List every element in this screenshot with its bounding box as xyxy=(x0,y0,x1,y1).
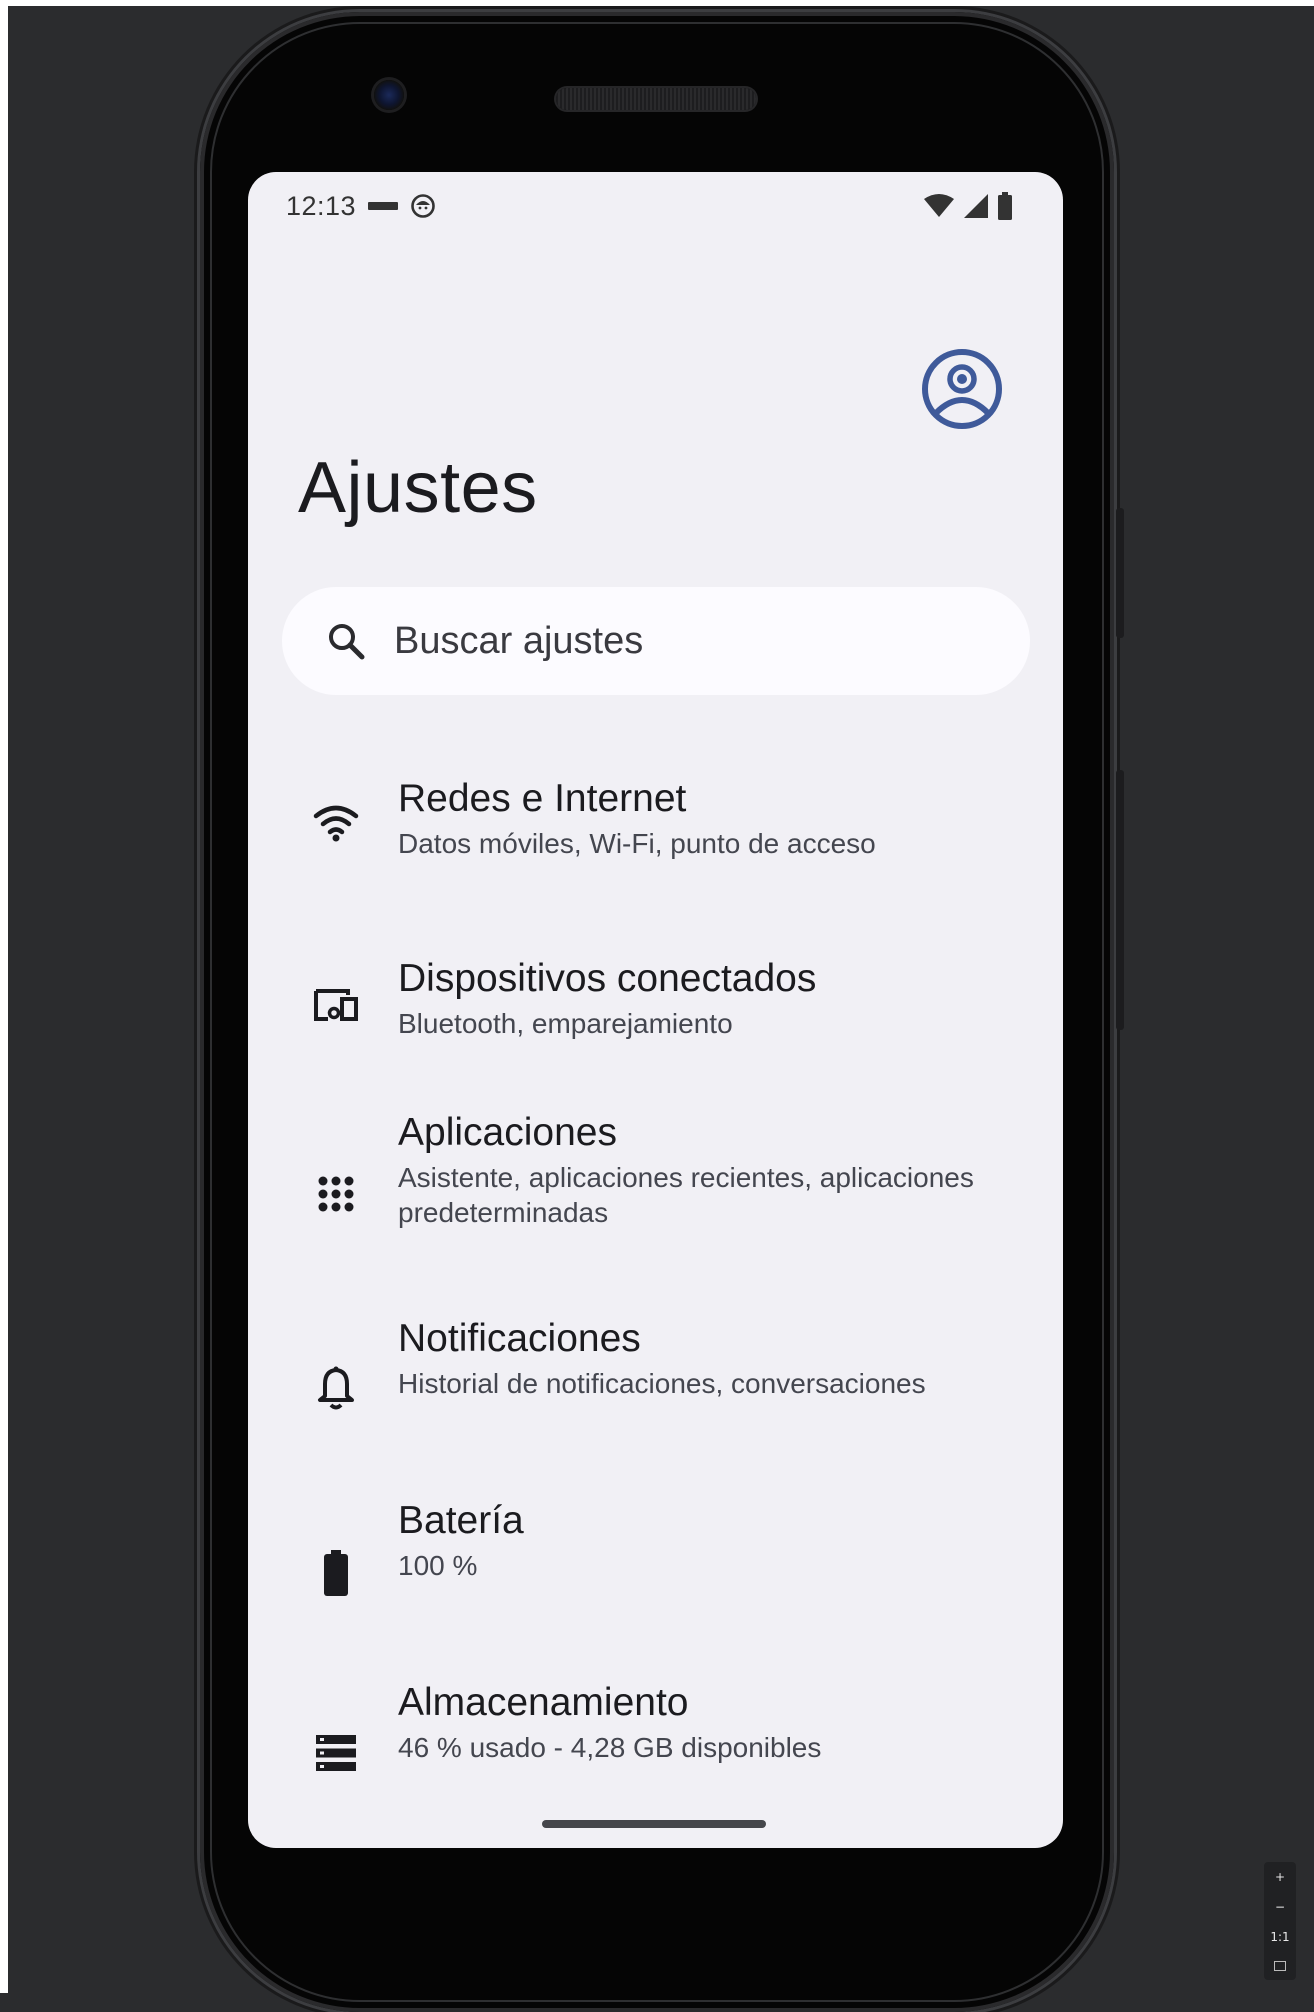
account-circle-icon[interactable] xyxy=(920,347,1004,431)
wifi-icon xyxy=(312,800,360,848)
settings-item-notifications[interactable]: Notificaciones Historial de notificacion… xyxy=(248,1317,1063,1447)
bell-icon xyxy=(312,1364,360,1412)
android-face-icon xyxy=(411,194,435,218)
fit-screen-icon[interactable] xyxy=(1274,1961,1286,1971)
battery-icon xyxy=(312,1549,360,1597)
settings-item-subtitle: 46 % usado - 4,28 GB disponibles xyxy=(398,1731,822,1763)
phone-screen: 12:13 Ajustes Buscar ajustes Redes e Int… xyxy=(248,172,1063,1848)
settings-item-title: Batería xyxy=(398,1499,524,1542)
search-icon xyxy=(329,624,365,660)
emulator-zoom-controls: + − 1:1 xyxy=(1264,1862,1296,1980)
settings-item-subtitle: Historial de notificaciones, conversacio… xyxy=(398,1367,926,1399)
zoom-out-button[interactable]: − xyxy=(1275,1901,1285,1913)
settings-item-title: Aplicaciones xyxy=(398,1111,617,1154)
search-bar[interactable]: Buscar ajustes xyxy=(282,587,1030,695)
settings-item-subtitle: Bluetooth, emparejamiento xyxy=(398,1007,733,1039)
side-button-top[interactable] xyxy=(1116,508,1124,638)
settings-item-title: Almacenamiento xyxy=(398,1681,689,1724)
storage-icon xyxy=(312,1729,360,1777)
dash-icon xyxy=(368,202,399,210)
settings-item-title: Dispositivos conectados xyxy=(398,957,817,1000)
settings-item-connected-devices[interactable]: Dispositivos conectados Bluetooth, empar… xyxy=(248,939,1063,1069)
signal-icon xyxy=(964,194,988,218)
settings-item-subtitle: Datos móviles, Wi-Fi, punto de acceso xyxy=(398,827,876,859)
search-placeholder: Buscar ajustes xyxy=(394,619,644,662)
gesture-home-bar[interactable] xyxy=(542,1820,766,1828)
status-right-icons xyxy=(923,192,1013,220)
settings-item-subtitle: Asistente, aplicaciones recientes, aplic… xyxy=(398,1161,974,1228)
devices-icon xyxy=(312,981,360,1029)
wifi-icon xyxy=(924,194,954,217)
earpiece-speaker xyxy=(556,88,756,110)
front-camera xyxy=(374,80,404,110)
page-title: Ajustes xyxy=(298,448,538,528)
actual-size-button[interactable]: 1:1 xyxy=(1270,1931,1289,1943)
settings-item-apps[interactable]: Aplicaciones Asistente, aplicaciones rec… xyxy=(248,1111,1063,1281)
settings-item-battery[interactable]: Batería 100 % xyxy=(248,1499,1063,1629)
settings-item-title: Redes e Internet xyxy=(398,777,687,820)
apps-grid-icon xyxy=(312,1170,360,1218)
zoom-in-button[interactable]: + xyxy=(1275,1871,1285,1883)
settings-item-title: Notificaciones xyxy=(398,1317,641,1360)
settings-item-network[interactable]: Redes e Internet Datos móviles, Wi-Fi, p… xyxy=(248,757,1063,887)
settings-item-storage[interactable]: Almacenamiento 46 % usado - 4,28 GB disp… xyxy=(248,1681,1063,1811)
status-bar: 12:13 xyxy=(286,186,1013,226)
side-button-volume[interactable] xyxy=(1116,770,1124,1030)
settings-item-subtitle: 100 % xyxy=(398,1549,478,1581)
status-time: 12:13 xyxy=(286,190,357,221)
battery-icon xyxy=(998,192,1012,220)
